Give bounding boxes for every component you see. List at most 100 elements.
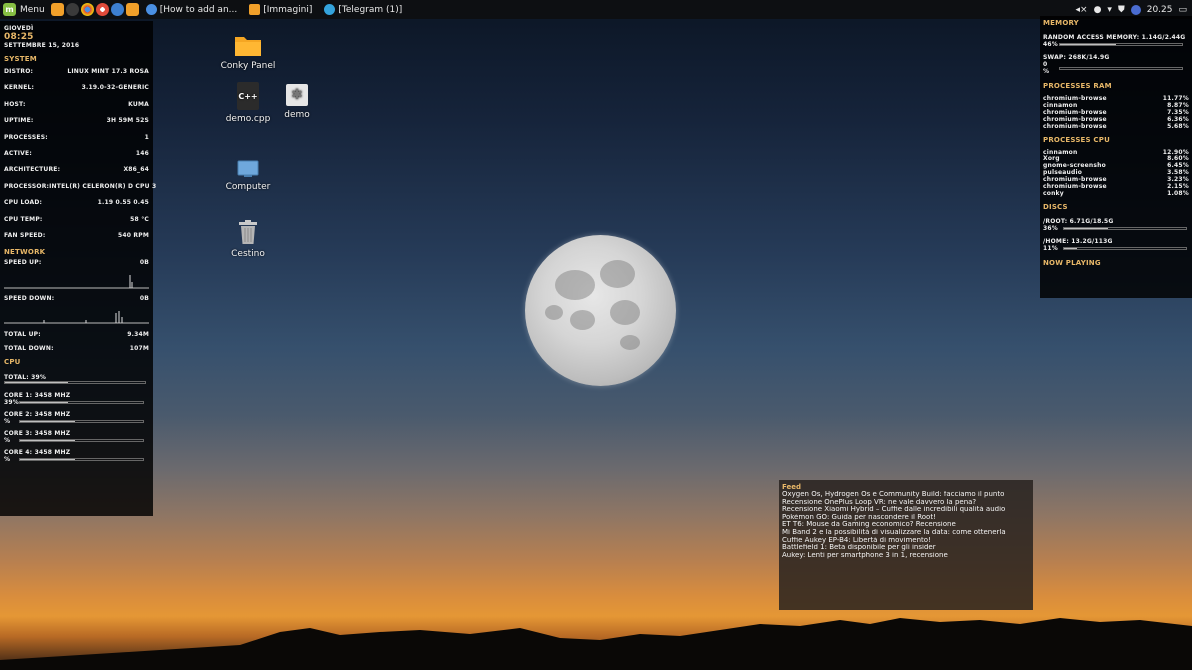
- conky-day: Giovedì: [4, 25, 34, 32]
- process-value: 1.08%: [1167, 189, 1189, 197]
- home-bar-fill: [1064, 247, 1078, 249]
- feed-item[interactable]: Recensione Xiaomi Hybrid – Cuffie dalle …: [782, 506, 1030, 514]
- cpu-core-pct: %: [4, 437, 11, 445]
- ram-pct: 46%: [1043, 41, 1058, 48]
- system-info-label: Distro:: [4, 68, 34, 75]
- cpu-core-bar-fill: [20, 421, 76, 423]
- window-button-telegram[interactable]: [Telegram (1)]: [318, 0, 408, 19]
- cpu-total-bar: [4, 381, 146, 385]
- chrome-icon[interactable]: [80, 3, 94, 16]
- cpu-core-pct: %: [4, 418, 11, 426]
- folder-icon: [249, 4, 261, 15]
- system-info-row: Active: 146: [4, 150, 149, 157]
- speed-up-graph: [4, 275, 149, 289]
- window-button-immagini[interactable]: [Immagini]: [243, 0, 318, 19]
- home-pct: 11%: [1043, 244, 1058, 252]
- system-info-row: CPU Load: 1.19 0.55 0.45: [4, 199, 149, 206]
- system-info-label: CPU Load:: [4, 199, 43, 207]
- system-info-value: 146: [135, 149, 149, 157]
- cpu-core-label: Core 2: 3458 MHz: [4, 411, 71, 419]
- desktop-icon-conky-panel[interactable]: Conky Panel: [213, 33, 283, 71]
- root-row: 36%: [1043, 225, 1189, 232]
- cpp-file-icon: C++: [237, 82, 259, 110]
- feed-item[interactable]: Mi Band 2 e la possibilità di visualizza…: [782, 529, 1030, 537]
- system-info-label: CPU Temp:: [4, 215, 43, 223]
- total-up-label: Total Up:: [4, 331, 41, 339]
- ram-bar: [1059, 43, 1183, 46]
- show-desktop-icon[interactable]: ▭: [1178, 5, 1187, 15]
- system-info-label: Active:: [4, 149, 32, 157]
- launcher-bar: [50, 3, 140, 16]
- feed-item[interactable]: ET T6: Mouse da Gaming economico? Recens…: [782, 521, 1030, 529]
- system-info-row: Architecture: x86_64: [4, 166, 149, 173]
- cpu-core-bar-row: %: [4, 418, 149, 425]
- volume-icon[interactable]: ◂×: [1076, 5, 1088, 15]
- menu-label: Menu: [20, 4, 45, 15]
- system-info-value: 58 °C: [130, 215, 149, 223]
- system-info-value: Linux Mint 17.3 Rosa: [67, 68, 149, 75]
- browser-icon[interactable]: [110, 3, 124, 16]
- folder-icon[interactable]: [125, 3, 139, 16]
- swap-label: Swap: 268K/14.9G: [1043, 54, 1110, 61]
- system-info-row: Uptime: 3h 59m 52s: [4, 117, 149, 124]
- cpu-core-item: Core 3: 3458 MHz%: [4, 430, 149, 444]
- desktop-icon-demo[interactable]: ✱ demo: [262, 84, 332, 120]
- system-info-row: Processor: Intel(R) Celeron(R) D CPU 3: [4, 182, 156, 190]
- total-down-value: 107M: [129, 345, 149, 353]
- terminal-icon[interactable]: [65, 3, 79, 16]
- feed-item[interactable]: Battlefield 1: Beta disponibile per gli …: [782, 544, 1030, 552]
- feed-item[interactable]: Cuffie Aukey EP-B4: Libertà di movimento…: [782, 537, 1030, 545]
- feed-item[interactable]: Aukey: Lenti per smartphone 3 in 1, rece…: [782, 552, 1030, 560]
- system-info-row: Host: kuma: [4, 101, 149, 108]
- cpu-core-bar: [19, 420, 144, 424]
- user-icon[interactable]: ●: [1094, 5, 1102, 15]
- system-info-row: Fan Speed: 540 RPM: [4, 232, 149, 239]
- desktop-icon-computer[interactable]: Computer: [213, 160, 283, 192]
- window-button-chromium[interactable]: [How to add an...: [140, 0, 244, 19]
- cpu-core-pct: %: [4, 456, 11, 464]
- feed-item[interactable]: Oxygen Os, Hydrogen Os e Community Build…: [782, 491, 1030, 499]
- trash-icon: [239, 220, 257, 244]
- cpu-core-bar: [19, 458, 144, 462]
- menu-button[interactable]: m Menu: [0, 0, 50, 19]
- conky-right-panel: Memory Random Access Memory: 1.14G/2.44G…: [1040, 16, 1192, 298]
- cpu-total-label: Total: 39%: [4, 374, 47, 382]
- files-icon[interactable]: [50, 3, 64, 16]
- wifi-icon[interactable]: ▾: [1107, 5, 1112, 15]
- system-info-row: CPU Temp: 58 °C: [4, 216, 149, 223]
- process-name: chromium-browse: [1043, 122, 1107, 130]
- speed-down-value: 0B: [139, 295, 149, 303]
- swap-row: 0 %: [1043, 61, 1189, 75]
- chromium-icon: [145, 4, 157, 15]
- system-section-title: System: [4, 55, 37, 63]
- process-row: chromium-browse 5.68%: [1043, 122, 1189, 131]
- desktop-icon-cestino[interactable]: Cestino: [213, 219, 283, 259]
- system-info-row: Distro: Linux Mint 17.3 Rosa: [4, 68, 149, 75]
- feed-list: Oxygen Os, Hydrogen Os e Community Build…: [782, 491, 1030, 559]
- cpu-core-bar-fill: [20, 402, 68, 404]
- total-up-row: Total Up: 9.34M: [4, 331, 149, 338]
- cpu-core-bar-row: 39%: [4, 399, 149, 406]
- system-info-label: Host:: [4, 100, 26, 108]
- process-name: conky: [1043, 189, 1064, 197]
- cpu-core-label: Core 4: 3458 MHz: [4, 449, 71, 457]
- system-info-value: 540 RPM: [117, 231, 149, 239]
- system-info-label: Processor:: [4, 182, 50, 190]
- cpu-core-item: Core 2: 3458 MHz%: [4, 411, 149, 425]
- update-icon[interactable]: [1130, 4, 1141, 15]
- discs-section-title: Discs: [1043, 202, 1068, 211]
- clock[interactable]: 20.25: [1147, 5, 1173, 15]
- root-bar-fill: [1064, 227, 1108, 229]
- home-row: 11%: [1043, 245, 1189, 252]
- now-playing-title: Now Playing: [1043, 258, 1101, 267]
- cpu-core-pct: 39%: [4, 399, 19, 407]
- processes-ram-title: Processes RAM: [1043, 82, 1112, 90]
- process-value: 5.68%: [1167, 122, 1189, 130]
- root-pct: 36%: [1043, 224, 1058, 232]
- feed-item[interactable]: Recensione OnePlus Loop VR: ne vale davv…: [782, 499, 1030, 507]
- feed-item[interactable]: Pokémon GO: Guida per nascondere il Root…: [782, 514, 1030, 522]
- shield-icon[interactable]: ⛊: [1118, 5, 1125, 15]
- icon-label: Cestino: [231, 249, 265, 259]
- chromium-icon[interactable]: [95, 3, 109, 16]
- ram-label: Random Access Memory: 1.14G/2.44G: [1043, 34, 1186, 41]
